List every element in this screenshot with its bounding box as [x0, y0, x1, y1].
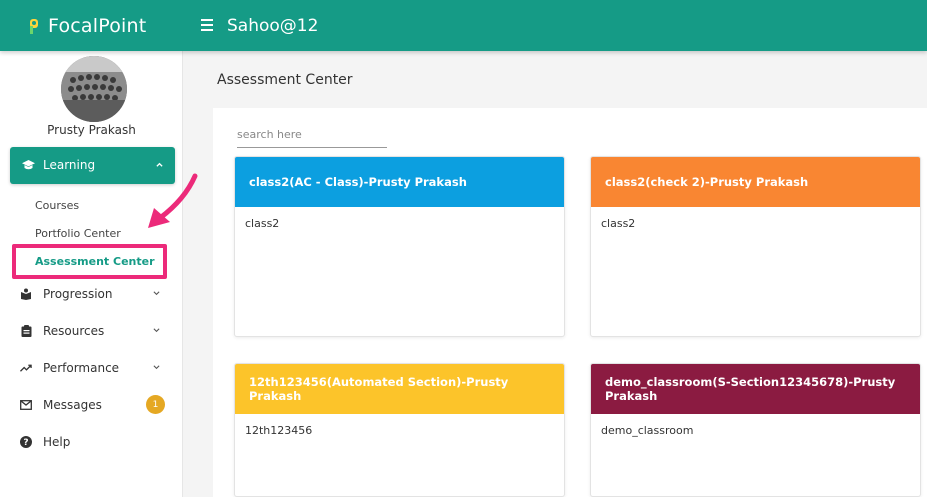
card-body: demo_classroom	[601, 424, 694, 437]
sidebar-item-learning[interactable]: Learning	[10, 147, 175, 184]
card-body: 12th123456	[245, 424, 313, 437]
profile-name: Prusty Prakash	[47, 123, 136, 137]
sidebar-item-label: Help	[43, 435, 71, 449]
sidebar-item-label: Resources	[43, 324, 105, 338]
chevron-down-icon	[153, 291, 160, 296]
card-body: class2	[601, 217, 636, 230]
sidebar-item-label: Learning	[43, 158, 96, 172]
content-panel: class2(AC - Class)-Prusty Prakash class2…	[213, 108, 927, 497]
sidebar-item-progression[interactable]: Progression	[20, 284, 170, 304]
mail-icon	[20, 399, 32, 411]
card-title: 12th123456(Automated Section)-Prusty Pra…	[249, 375, 509, 403]
focalpoint-logo-icon	[28, 17, 42, 35]
class-card[interactable]: 12th123456(Automated Section)-Prusty Pra…	[234, 363, 565, 497]
help-icon: ?	[20, 436, 32, 448]
chevron-down-icon	[153, 365, 160, 370]
card-title: class2(AC - Class)-Prusty Prakash	[249, 175, 467, 189]
graduation-cap-icon	[22, 160, 35, 170]
progression-icon	[20, 288, 32, 300]
class-card[interactable]: class2(check 2)-Prusty Prakash class2	[590, 156, 921, 337]
class-card[interactable]: demo_classroom(S-Section12345678)-Prusty…	[590, 363, 921, 497]
sidebar-item-label: Performance	[43, 361, 120, 375]
card-header: class2(check 2)-Prusty Prakash	[591, 157, 920, 207]
trend-icon	[20, 362, 32, 374]
header-username: Sahoo@12	[227, 15, 319, 36]
sidebar-item-label: Messages	[43, 398, 102, 412]
card-body: class2	[245, 217, 280, 230]
messages-badge: 1	[146, 395, 165, 414]
sidebar-item-performance[interactable]: Performance	[20, 358, 170, 378]
sidebar: Prusty Prakash Learning Courses Portfoli…	[0, 51, 183, 497]
avatar[interactable]	[61, 56, 127, 122]
sidebar-item-messages[interactable]: Messages 1	[20, 395, 170, 415]
sidebar-item-resources[interactable]: Resources	[20, 321, 170, 341]
sidebar-subitem-portfolio-center[interactable]: Portfolio Center	[35, 227, 121, 240]
group-photo-icon	[61, 56, 127, 122]
search-input[interactable]	[237, 122, 387, 148]
sidebar-item-label: Progression	[43, 287, 113, 301]
chevron-up-icon	[156, 162, 163, 167]
annotation-highlight-box	[12, 244, 167, 279]
chevron-down-icon	[153, 328, 160, 333]
sidebar-item-help[interactable]: ? Help	[20, 432, 170, 452]
class-card[interactable]: class2(AC - Class)-Prusty Prakash class2	[234, 156, 565, 337]
sidebar-subitem-courses[interactable]: Courses	[35, 199, 79, 212]
hamburger-menu-icon[interactable]	[201, 14, 217, 36]
card-title: demo_classroom(S-Section12345678)-Prusty…	[605, 375, 896, 403]
svg-text:?: ?	[23, 438, 28, 448]
clipboard-icon	[20, 325, 32, 337]
brand-name: FocalPoint	[48, 14, 147, 37]
brand[interactable]: FocalPoint	[28, 0, 146, 51]
card-header: demo_classroom(S-Section12345678)-Prusty…	[591, 364, 920, 414]
top-bar: FocalPoint Sahoo@12	[0, 0, 927, 51]
card-title: class2(check 2)-Prusty Prakash	[605, 175, 809, 189]
card-header: class2(AC - Class)-Prusty Prakash	[235, 157, 564, 207]
card-header: 12th123456(Automated Section)-Prusty Pra…	[235, 364, 564, 414]
page-title: Assessment Center	[217, 72, 353, 88]
